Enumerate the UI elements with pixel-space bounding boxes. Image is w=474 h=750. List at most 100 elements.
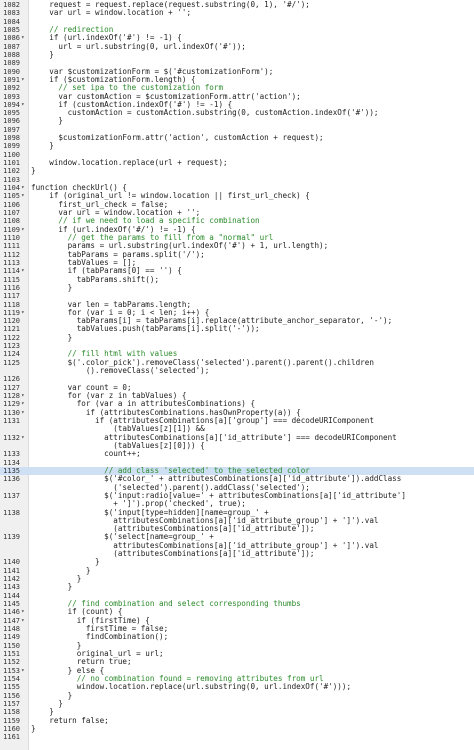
code-editor[interactable]: 1082 request = request.replace(request.s…: [0, 0, 474, 750]
code-line[interactable]: 1096 }: [0, 117, 474, 126]
fold-toggle-icon[interactable]: ▾: [21, 34, 27, 42]
line-number: 1150: [3, 641, 20, 650]
line-number: 1114: [3, 267, 20, 276]
line-number: 1109: [3, 225, 20, 234]
line-number: 1151: [3, 649, 20, 658]
fold-toggle-icon[interactable]: ▾: [21, 309, 27, 317]
code-line[interactable]: 1098 $customizationForm.attr('action', c…: [0, 134, 474, 143]
line-number: 1089: [3, 59, 20, 68]
code-line[interactable]: ().removeClass('selected');: [0, 367, 474, 375]
line-number: 1100: [3, 150, 20, 159]
line-number: 1144: [3, 591, 20, 600]
code-line[interactable]: 1099 }: [0, 141, 474, 151]
line-number: 1133: [3, 450, 20, 459]
fold-toggle-icon[interactable]: ▾: [21, 617, 27, 625]
code-line[interactable]: 1143 }: [0, 582, 474, 592]
line-number: 1104: [3, 184, 20, 193]
line-number: 1138: [3, 508, 20, 517]
line-number: 1148: [3, 625, 20, 633]
line-number: 1130: [3, 408, 20, 417]
code-line[interactable]: 1117: [0, 292, 474, 300]
line-number: 1082: [3, 1, 20, 9]
line-number: 1115: [3, 275, 20, 284]
line-number: 1096: [3, 117, 20, 126]
fold-toggle-icon[interactable]: ▾: [21, 409, 27, 417]
code-line[interactable]: 1092 // set ipa to the customization for…: [0, 83, 474, 93]
code-line[interactable]: 1156 }: [0, 691, 474, 700]
code-line[interactable]: 1133 count++;: [0, 450, 474, 459]
code-text: }: [31, 141, 54, 151]
line-number: 1108: [3, 217, 20, 226]
code-line[interactable]: 1159 return false;: [0, 716, 474, 725]
code-line[interactable]: 1088 }: [0, 50, 474, 59]
line-number: 1121: [3, 325, 20, 334]
code-line[interactable]: 1102}: [0, 167, 474, 176]
line-number: 1087: [3, 42, 20, 51]
code-line[interactable]: + ']').prop('checked', true);: [0, 500, 474, 508]
line-number: 1160: [3, 724, 20, 733]
line-number: 1110: [3, 233, 20, 242]
line-number: 1137: [3, 491, 20, 500]
code-text: // set ipa to the customization form: [31, 83, 224, 93]
code-text: }: [31, 723, 36, 733]
fold-toggle-icon[interactable]: ▾: [21, 267, 27, 275]
line-number: 1145: [3, 600, 20, 609]
code-line[interactable]: 1157 }: [0, 699, 474, 708]
code-line[interactable]: 1087 url = url.substring(0, url.indexOf(…: [0, 42, 474, 51]
code-text: window.location.replace(url.substring(0,…: [31, 682, 352, 692]
line-number: 1147: [3, 616, 20, 625]
line-number: 1088: [3, 50, 20, 59]
code-text: }: [31, 282, 73, 292]
code-line[interactable]: 1095 customAction = customAction.substri…: [0, 109, 474, 118]
line-number: 1117: [3, 292, 20, 301]
line-number: 1127: [3, 383, 20, 392]
line-number: 1141: [3, 566, 20, 575]
code-line[interactable]: 1160}: [0, 723, 474, 733]
line-number: 1118: [3, 300, 20, 309]
code-line[interactable]: 1158 }: [0, 708, 474, 717]
line-number: 1155: [3, 683, 20, 692]
line-number: 1095: [3, 109, 20, 118]
line-number: 1103: [3, 175, 20, 184]
line-number: 1140: [3, 558, 20, 567]
code-text: ().removeClass('selected');: [31, 366, 210, 376]
line-number: 1158: [3, 708, 20, 717]
line-number: 1083: [3, 9, 20, 18]
line-number: 1106: [3, 200, 20, 209]
line-number: 1159: [3, 716, 20, 725]
line-number: 1105: [3, 192, 20, 201]
code-line[interactable]: 1083 var url = window.location + '';: [0, 9, 474, 18]
fold-toggle-icon[interactable]: ▾: [21, 392, 27, 400]
fold-toggle-icon[interactable]: ▾: [21, 608, 27, 616]
line-number: 1091: [3, 75, 20, 84]
line-number: 1142: [3, 575, 20, 584]
line-number: 1090: [3, 67, 20, 76]
fold-toggle-icon[interactable]: ▾: [21, 400, 27, 408]
fold-toggle-icon[interactable]: ▾: [21, 434, 27, 442]
line-number: 1125: [3, 358, 20, 367]
line-number: 1146: [3, 608, 20, 617]
line-number: 1149: [3, 633, 20, 642]
code-line[interactable]: 1101 window.location.replace(url + reque…: [0, 159, 474, 168]
line-number: 1132: [3, 433, 20, 442]
code-text: }: [31, 582, 73, 592]
fold-toggle-icon[interactable]: ▾: [21, 184, 27, 192]
line-number: 1131: [3, 417, 20, 425]
line-number: 1161: [3, 733, 20, 742]
code-line[interactable]: 1161: [0, 733, 474, 741]
fold-toggle-icon[interactable]: ▾: [21, 667, 27, 675]
line-number: 1120: [3, 317, 20, 326]
line-number: 1086: [3, 34, 20, 43]
line-number: 1112: [3, 250, 20, 259]
code-line[interactable]: 1122 }: [0, 333, 474, 342]
fold-toggle-icon[interactable]: ▾: [21, 101, 27, 109]
line-number: 1101: [3, 159, 20, 168]
line-number: 1152: [3, 658, 20, 667]
code-line[interactable]: 1116 }: [0, 282, 474, 292]
fold-toggle-icon[interactable]: ▾: [21, 192, 27, 200]
line-number: 1134: [3, 458, 20, 467]
fold-toggle-icon[interactable]: ▾: [21, 226, 27, 234]
fold-toggle-icon[interactable]: ▾: [21, 76, 27, 84]
line-number: 1129: [3, 400, 20, 409]
line-number: 1122: [3, 333, 20, 342]
